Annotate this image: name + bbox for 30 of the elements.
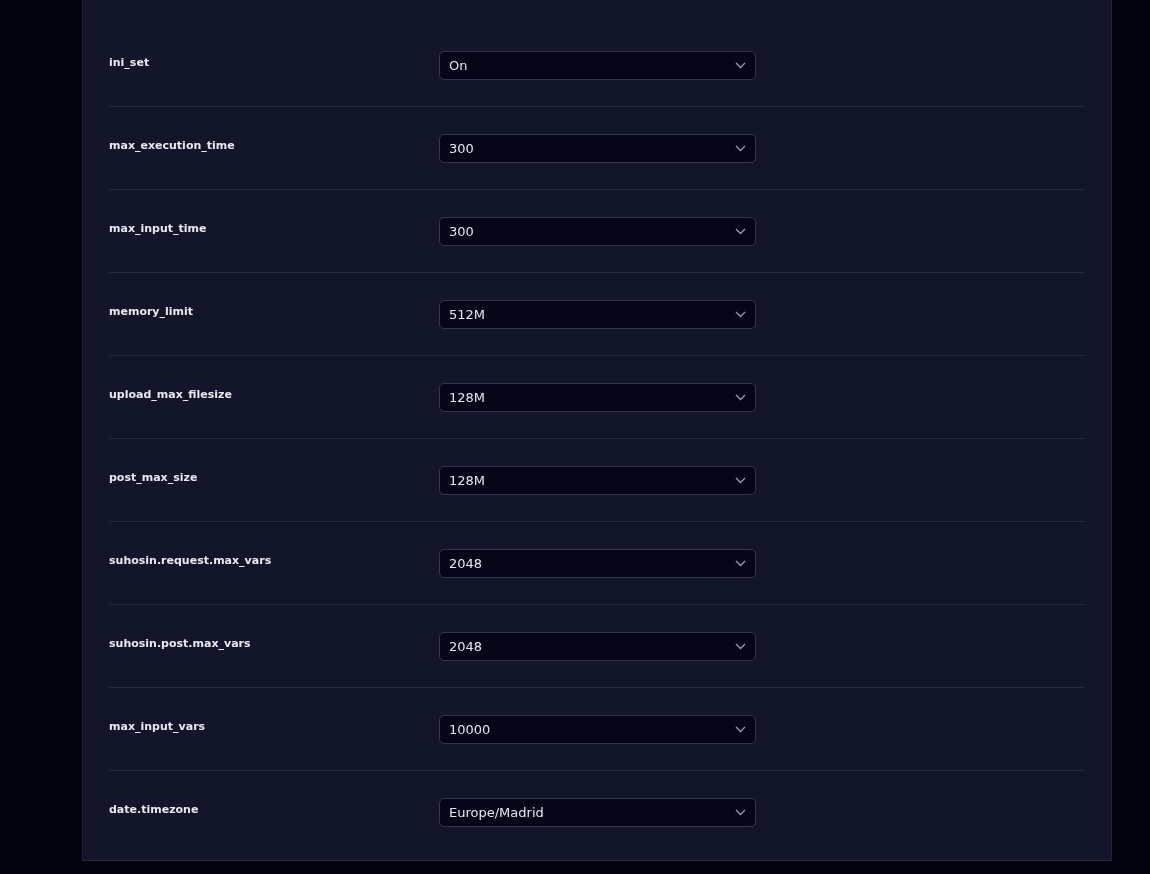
- setting-label: max_execution_time: [109, 138, 236, 154]
- setting-label: max_input_time: [109, 221, 208, 237]
- chevron-down-icon: [735, 477, 746, 484]
- setting-label: suhosin.request.max_vars: [109, 553, 273, 569]
- select-field[interactable]: 2048: [439, 632, 756, 661]
- select-field[interactable]: 128M: [439, 466, 756, 495]
- setting-label: suhosin.post.max_vars: [109, 636, 252, 652]
- chevron-down-icon: [735, 560, 746, 567]
- select-field[interactable]: Europe/Madrid: [439, 798, 756, 827]
- chevron-down-icon: [735, 643, 746, 650]
- setting-label: max_input_vars: [109, 719, 207, 735]
- setting-label: memory_limit: [109, 304, 195, 320]
- setting-label: date.timezone: [109, 802, 200, 818]
- chevron-down-icon: [735, 394, 746, 401]
- chevron-down-icon: [735, 145, 746, 152]
- chevron-down-icon: [735, 62, 746, 69]
- select-field[interactable]: On: [439, 51, 756, 80]
- select-field[interactable]: 512M: [439, 300, 756, 329]
- chevron-down-icon: [735, 228, 746, 235]
- chevron-down-icon: [735, 809, 746, 816]
- select-field[interactable]: 2048: [439, 549, 756, 578]
- select-field[interactable]: 10000: [439, 715, 756, 744]
- setting-label: post_max_size: [109, 470, 199, 486]
- select-field[interactable]: 300: [439, 217, 756, 246]
- chevron-down-icon: [735, 311, 746, 318]
- select-field[interactable]: 300: [439, 134, 756, 163]
- chevron-down-icon: [735, 726, 746, 733]
- setting-label: ini_set: [109, 55, 151, 71]
- select-field[interactable]: 128M: [439, 383, 756, 412]
- setting-label: upload_max_filesize: [109, 387, 233, 403]
